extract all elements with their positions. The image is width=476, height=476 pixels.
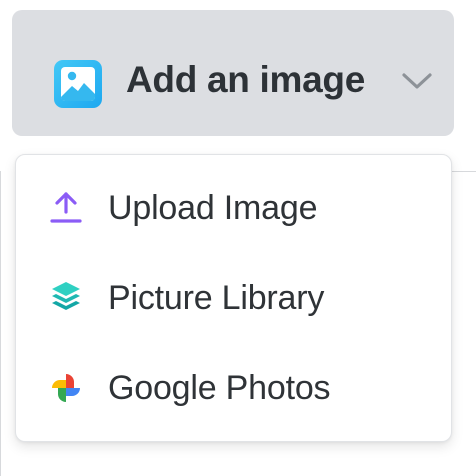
image-icon	[52, 58, 104, 110]
upload-icon	[46, 188, 86, 228]
chevron-down-icon	[400, 70, 434, 92]
menu-item-google-photos[interactable]: Google Photos	[16, 351, 451, 425]
page-divider-left	[0, 171, 1, 476]
menu-item-picture-library[interactable]: Picture Library	[16, 261, 451, 335]
add-image-dropdown-button[interactable]: Add an image	[12, 10, 454, 136]
google-photos-icon	[46, 368, 86, 408]
image-source-menu: Upload Image Picture Library Google Phot…	[15, 154, 452, 442]
dropdown-label: Add an image	[126, 59, 365, 100]
layers-icon	[46, 278, 86, 318]
menu-item-label: Picture Library	[108, 279, 325, 317]
page-divider-top	[451, 171, 476, 172]
menu-item-label: Upload Image	[108, 189, 318, 227]
menu-item-upload-image[interactable]: Upload Image	[16, 171, 451, 245]
menu-item-label: Google Photos	[108, 369, 331, 407]
